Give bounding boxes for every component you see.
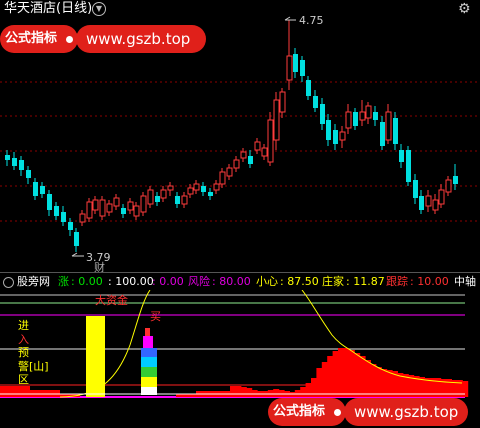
indicator-item: : 100.00: [108, 275, 154, 288]
big-fund-label: 大资金: [95, 293, 128, 307]
indicator-axis-label: 中轴: [454, 275, 476, 288]
side-label-ru: 入: [18, 333, 29, 346]
cai-annotation: 财: [94, 260, 105, 272]
side-label-jing: 警[山]: [18, 359, 49, 373]
promo-banner-right[interactable]: www.gszb.top: [76, 25, 206, 53]
indicator-item: 涨: 0.00: [58, 275, 103, 288]
rainbow-bar: [141, 328, 157, 395]
side-label-yu: 预: [18, 346, 29, 359]
buy-label: 买: [150, 310, 161, 323]
high-price-label: 4.75: [299, 14, 324, 27]
side-label-jin: 进: [18, 319, 29, 332]
window-title: 华天酒店(日线): [4, 1, 93, 16]
candles: [5, 20, 458, 252]
indicator-item: 跟踪: 10.00: [386, 275, 449, 288]
panel-divider: [0, 272, 480, 273]
yellow-bar: [86, 316, 105, 397]
indicator-item: 小心: 87.50: [256, 275, 319, 288]
dot-icon: [334, 409, 341, 416]
banner-url: www.gszb.top: [86, 30, 191, 48]
indicator-name: 股旁网: [17, 275, 50, 288]
indicator-header: 股旁网 涨: 0.00 : 100.00 : 0.00 风险: 80.00 小心…: [0, 274, 480, 290]
banner-url: www.gszb.top: [354, 403, 459, 421]
gear-icon[interactable]: ⚙: [458, 2, 471, 16]
indicator-item: 风险: 80.00: [188, 275, 251, 288]
promo-banner-left[interactable]: 公式指标: [0, 25, 78, 53]
side-label-qu: 区: [18, 373, 29, 386]
indicator-item: 庄家: 11.87: [322, 275, 385, 288]
high-marker: 4.75: [284, 14, 324, 27]
indicator-toggle-icon[interactable]: [3, 277, 14, 288]
dot-icon: [66, 36, 73, 43]
low-marker: 3.79 财: [71, 251, 111, 272]
chevron-down-icon[interactable]: ▼: [92, 2, 106, 16]
banner-label: 公式指标: [273, 404, 326, 419]
indicator-item: : 0.00: [152, 275, 184, 288]
red-volume-bars: [0, 348, 469, 397]
banner-label: 公式指标: [5, 31, 58, 46]
promo-banner-bottom-right[interactable]: www.gszb.top: [344, 398, 468, 426]
promo-banner-bottom-left[interactable]: 公式指标: [268, 398, 346, 426]
